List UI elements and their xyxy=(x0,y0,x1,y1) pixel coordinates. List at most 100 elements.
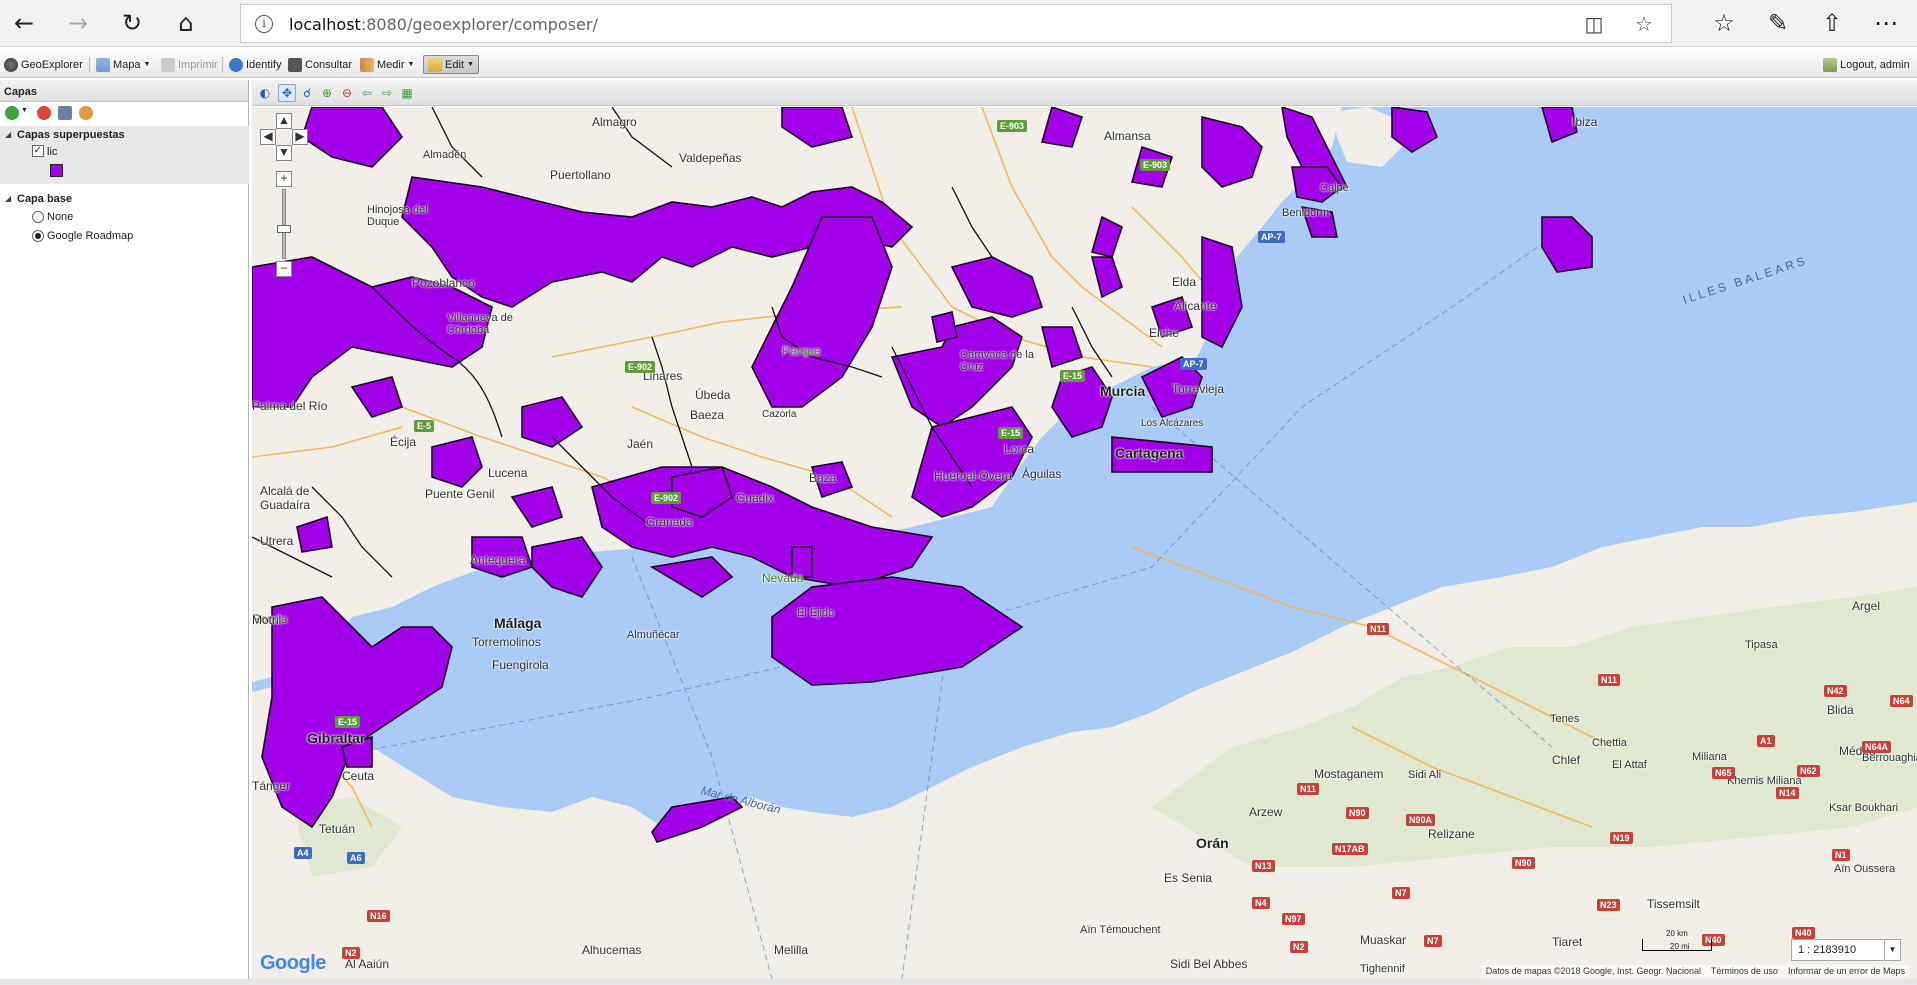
next-extent-icon[interactable]: ⇨ xyxy=(378,84,396,102)
pan-up-icon[interactable]: ▲ xyxy=(276,113,292,129)
base-google-roadmap-radio[interactable] xyxy=(32,230,44,242)
reading-view-icon[interactable]: ◫ xyxy=(1581,12,1607,36)
logout-button[interactable]: Logout, admin xyxy=(1823,55,1910,74)
base-google-roadmap-label[interactable]: Google Roadmap xyxy=(47,230,133,242)
zoom-in-icon[interactable]: ⊕ xyxy=(318,84,336,102)
binoculars-icon xyxy=(288,57,302,72)
road-shield: N64A xyxy=(1862,741,1892,753)
zoom-to-max-extent-icon[interactable]: ◐ xyxy=(256,84,274,102)
logout-label: Logout, admin xyxy=(1840,58,1910,71)
mapa-label: Mapa xyxy=(113,58,141,71)
favorites-list-icon[interactable]: ☆ xyxy=(1706,6,1742,40)
pan-icon[interactable]: ✥ xyxy=(278,84,296,102)
forward-arrow-icon[interactable]: → xyxy=(60,6,96,40)
add-layer-icon[interactable] xyxy=(5,106,19,120)
scale-select[interactable]: 1 : 2183910 ▼ xyxy=(1791,939,1901,961)
pan-right-icon[interactable]: ▶ xyxy=(292,129,308,145)
road-shield: N2 xyxy=(342,947,360,959)
edit-label: Edit xyxy=(445,58,464,71)
status-strip xyxy=(0,979,1917,985)
map-label-tissemsilt: Tissemsilt xyxy=(1647,897,1700,911)
road-shield: E-15 xyxy=(335,716,361,728)
geoexplorer-button[interactable]: GeoExplorer xyxy=(4,55,83,74)
overlay-group-label: Capas superpuestas xyxy=(17,129,125,141)
zoom-track[interactable] xyxy=(282,189,286,259)
pan-left-icon[interactable]: ◀ xyxy=(260,129,276,145)
base-none-label[interactable]: None xyxy=(47,211,73,223)
road-shield: N11 xyxy=(1598,674,1621,686)
zoom-out-icon[interactable]: ⊖ xyxy=(338,84,356,102)
zoom-slider[interactable]: ▲ ◀ ▶ ▼ + − xyxy=(260,113,308,313)
medir-menu-button[interactable]: Medir ▼ xyxy=(360,55,414,74)
collapse-triangle-icon[interactable]: ◢ xyxy=(5,194,11,203)
map-viewport[interactable]: ▲ ◀ ▶ ▼ + − Almagro Valdepeñas Almansa P… xyxy=(252,107,1917,979)
road-shield: N62 xyxy=(1797,765,1820,777)
google-logo[interactable]: Google xyxy=(260,952,326,975)
layers-panel-title: Capas xyxy=(0,80,248,102)
dropdown-arrow-icon: ▼ xyxy=(143,61,151,68)
edit-pencil-icon xyxy=(428,57,442,72)
zoom-box-icon[interactable]: ☌ xyxy=(298,84,316,102)
layer-visibility-checkbox[interactable]: ✓ xyxy=(32,145,44,157)
map-icon xyxy=(96,57,110,72)
map-label-tetuan: Tetuán xyxy=(319,822,356,836)
road-shield: E-902 xyxy=(625,361,656,373)
info-circle-icon xyxy=(229,57,243,72)
terms-link[interactable]: Términos de uso xyxy=(1711,966,1778,976)
road-shield: N40 xyxy=(1792,927,1815,939)
home-icon[interactable]: ⌂ xyxy=(168,6,204,40)
overlay-layer-label[interactable]: lic xyxy=(47,146,57,158)
map-label-mostaganem: Mostaganem xyxy=(1314,767,1384,781)
address-bar[interactable]: i localhost:8080/geoexplorer/composer/ ◫… xyxy=(240,4,1672,43)
more-icon[interactable]: ⋯ xyxy=(1868,6,1904,40)
zoom-thumb[interactable] xyxy=(277,225,291,233)
map-label-ceuta: Ceuta xyxy=(342,769,375,783)
collapse-triangle-icon[interactable]: ◢ xyxy=(5,130,11,139)
refresh-icon[interactable]: ↻ xyxy=(114,6,150,40)
map-label-almaden: Almadén xyxy=(423,149,467,161)
google-logo-text: Google xyxy=(260,952,326,974)
road-shield: N14 xyxy=(1776,787,1799,799)
zoom-in-button[interactable]: + xyxy=(276,171,292,187)
zoom-out-button[interactable]: − xyxy=(276,261,292,277)
app-toolbar: GeoExplorer Mapa ▼ Imprimir Identify Cons… xyxy=(0,51,1917,78)
map-label-chlef: Chlef xyxy=(1552,753,1581,767)
pen-icon[interactable]: ✎ xyxy=(1760,6,1796,40)
identify-button[interactable]: Identify xyxy=(229,55,281,74)
dropdown-arrow-icon[interactable]: ▼ xyxy=(21,107,28,114)
zoom-to-layer-icon[interactable]: ▦ xyxy=(398,84,416,102)
map-label-tiaret: Tiaret xyxy=(1552,935,1583,949)
road-shield: N23 xyxy=(1597,899,1620,911)
mapa-menu-button[interactable]: Mapa ▼ xyxy=(96,55,150,74)
report-error-link[interactable]: Informar de un error de Maps xyxy=(1788,966,1905,976)
base-none-radio[interactable] xyxy=(32,211,44,223)
remove-layer-icon[interactable] xyxy=(37,106,51,120)
road-shield: AP-7 xyxy=(1258,231,1285,243)
scale-km-label: 20 km xyxy=(1666,929,1688,938)
map-label-valdepenas: Valdepeñas xyxy=(679,151,742,165)
map-label-alicante: Alicante xyxy=(1174,299,1217,313)
consultar-button[interactable]: Consultar xyxy=(288,55,352,74)
map-toolbar: ◐ ✥ ☌ ⊕ ⊖ ⇦ ⇨ ▦ xyxy=(252,80,1917,106)
favorite-star-icon[interactable]: ☆ xyxy=(1631,12,1657,36)
map-label-berrouaghia: Berrouaghia xyxy=(1862,752,1917,764)
layer-styles-icon[interactable] xyxy=(79,106,93,120)
share-icon[interactable]: ⇧ xyxy=(1814,6,1850,40)
pan-down-icon[interactable]: ▼ xyxy=(276,145,292,161)
info-icon[interactable]: i xyxy=(255,15,273,33)
back-arrow-icon[interactable]: ← xyxy=(6,6,42,40)
edit-menu-button[interactable]: Edit ▼ xyxy=(423,55,479,74)
map-label-argel: Argel xyxy=(1852,599,1881,613)
previous-extent-icon[interactable]: ⇦ xyxy=(358,84,376,102)
map-label-muaskar: Muaskar xyxy=(1360,933,1407,947)
map-label-elda: Elda xyxy=(1172,275,1197,289)
map-label-malaga: Málaga xyxy=(494,615,542,631)
browser-toolbar: ← → ↻ ⌂ i localhost:8080/geoexplorer/com… xyxy=(0,0,1917,47)
map-label-fuengirola: Fuengirola xyxy=(492,658,549,672)
layers-panel: Capas ▼ ◢ Capas superpuestas ✓ lic ◢ Cap… xyxy=(0,80,249,985)
layer-properties-icon[interactable] xyxy=(58,106,72,120)
map-label-pozoblanco: Pozoblanco xyxy=(412,276,475,290)
map-label-essenia: Es Senia xyxy=(1164,871,1213,885)
print-icon xyxy=(161,57,175,72)
imprimir-button[interactable]: Imprimir xyxy=(161,55,218,74)
